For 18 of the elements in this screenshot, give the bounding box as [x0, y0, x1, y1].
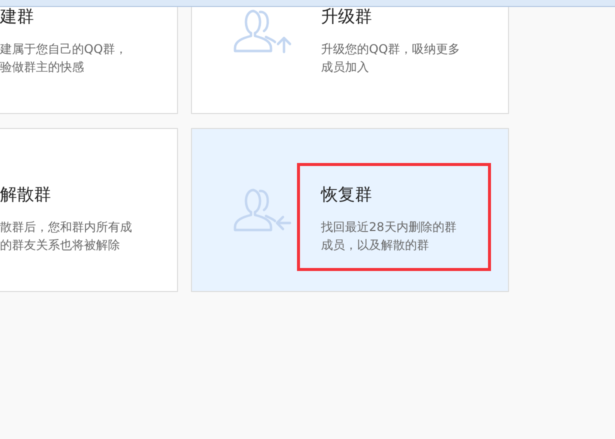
- description-line: 建属于您自己的QQ群，: [0, 41, 127, 58]
- option-card[interactable]: 恢复群 找回最近28天内删除的群 成员，以及解散的群: [191, 128, 509, 292]
- card-title: 建群: [0, 7, 35, 27]
- description-line: 的群友关系也将被解除: [0, 237, 121, 254]
- description-line: 找回最近28天内删除的群: [321, 219, 456, 236]
- people-up-arrow-icon: [233, 8, 293, 54]
- card-title: 升级群: [321, 7, 373, 27]
- people-left-arrow-icon: [233, 187, 293, 233]
- card-title: 恢复群: [321, 185, 373, 205]
- card-title: 解散群: [0, 185, 52, 205]
- description-line: 成员加入: [321, 59, 370, 76]
- option-card[interactable]: 升级群 升级您的QQ群，吸纳更多 成员加入: [191, 7, 509, 114]
- description-line: 成员，以及解散的群: [321, 237, 430, 254]
- description-line: 升级您的QQ群，吸纳更多: [321, 41, 460, 58]
- description-line: 验做群主的快感: [0, 59, 85, 76]
- description-line: 散群后，您和群内所有成: [0, 219, 132, 236]
- option-card[interactable]: 建群 建属于您自己的QQ群， 验做群主的快感: [0, 7, 178, 114]
- option-card[interactable]: 解散群 散群后，您和群内所有成 的群友关系也将被解除: [0, 128, 178, 292]
